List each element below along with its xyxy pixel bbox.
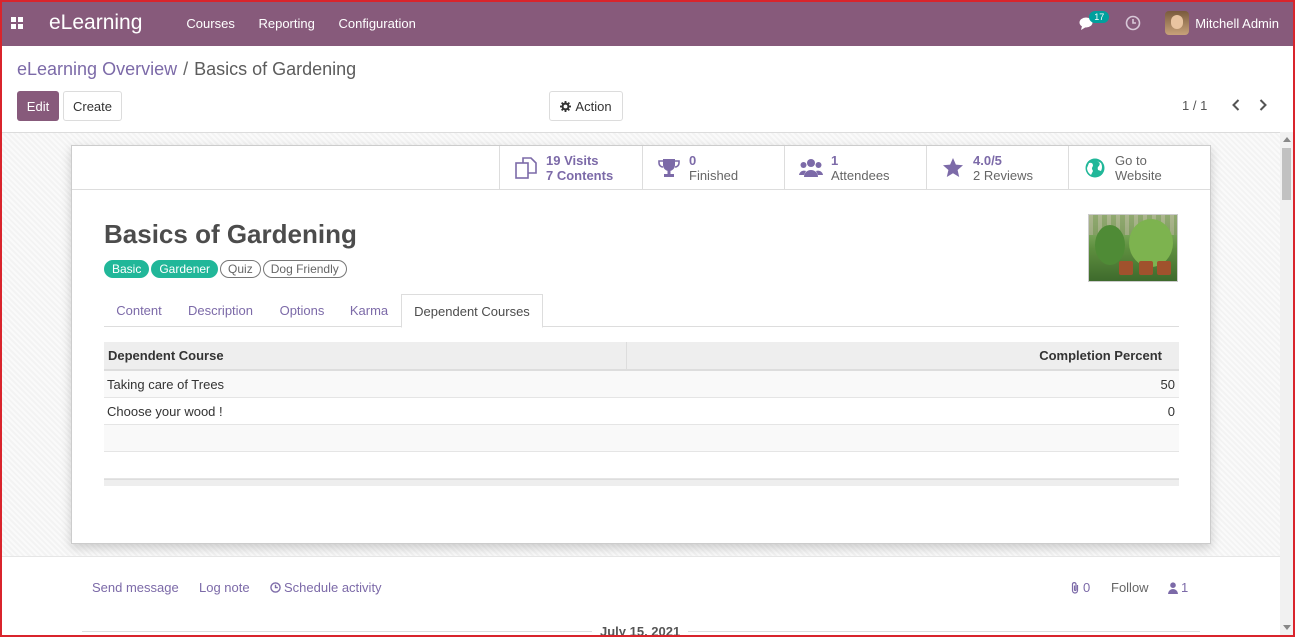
tab-content[interactable]: Content <box>104 294 174 327</box>
breadcrumb-parent[interactable]: eLearning Overview <box>17 59 177 79</box>
scrollbar-thumb[interactable] <box>1282 148 1291 200</box>
pager-next-button[interactable] <box>1256 97 1270 113</box>
course-image[interactable] <box>1088 214 1178 282</box>
table-footer <box>104 479 1179 486</box>
tab-karma[interactable]: Karma <box>337 294 401 327</box>
send-message-button[interactable]: Send message <box>92 580 179 595</box>
date-separator-label: July 15, 2021 <box>592 624 689 637</box>
tag-basic: Basic <box>104 260 150 278</box>
follow-button[interactable]: Follow <box>1111 580 1149 595</box>
form-sheet: 19 Visits 7 Contents 0 Finished 1 Attendees… <box>71 145 1211 544</box>
course-title[interactable]: Basics of Gardening <box>104 219 357 250</box>
stat-finished-button[interactable]: 0 Finished <box>642 146 784 189</box>
activity-clock-icon[interactable] <box>1125 15 1141 31</box>
schedule-activity-label: Schedule activity <box>284 580 382 595</box>
go-to-website-button[interactable]: Go to Website <box>1068 146 1210 189</box>
scroll-down-arrow[interactable] <box>1283 625 1291 630</box>
user-icon <box>1168 581 1178 594</box>
trophy-icon <box>657 156 681 180</box>
vertical-scrollbar[interactable] <box>1280 132 1293 635</box>
stat-attendees-value: 1 <box>831 152 839 168</box>
stat-reviews-button[interactable]: 4.0/5 2 Reviews <box>926 146 1068 189</box>
stat-reviews-label: 2 Reviews <box>973 167 1033 183</box>
tag-gardener: Gardener <box>151 260 219 278</box>
stat-attendees-button[interactable]: 1 Attendees <box>784 146 926 189</box>
breadcrumb-separator: / <box>183 59 189 79</box>
smart-button-box: 19 Visits 7 Contents 0 Finished 1 Attendees… <box>72 146 1210 190</box>
user-avatar[interactable] <box>1165 11 1190 35</box>
followers-count: 1 <box>1181 580 1189 595</box>
pager-previous-button[interactable] <box>1229 97 1243 113</box>
action-label: Action <box>575 98 612 114</box>
website-label-1: Go to <box>1115 152 1147 168</box>
followers-button[interactable]: 1 <box>1168 580 1188 595</box>
globe-icon <box>1083 156 1107 180</box>
stat-visits-button[interactable]: 19 Visits 7 Contents <box>499 146 642 189</box>
menu-courses[interactable]: Courses <box>186 16 234 31</box>
app-brand[interactable]: eLearning <box>49 11 142 35</box>
users-icon <box>799 156 823 180</box>
apps-menu-icon[interactable] <box>0 0 34 46</box>
scroll-up-arrow[interactable] <box>1283 137 1291 142</box>
menu-configuration[interactable]: Configuration <box>338 16 415 31</box>
header-dependent-course[interactable]: Dependent Course <box>104 342 627 369</box>
table-row[interactable]: Choose your wood ! 0 <box>104 398 1179 425</box>
log-note-button[interactable]: Log note <box>199 580 250 595</box>
paperclip-icon <box>1071 582 1079 594</box>
schedule-activity-button[interactable]: Schedule activity <box>270 580 382 595</box>
breadcrumb-current: Basics of Gardening <box>194 59 357 79</box>
edit-button[interactable]: Edit <box>17 91 59 121</box>
message-count-badge: 17 <box>1089 11 1110 23</box>
top-navbar: eLearning Courses Reporting Configuratio… <box>0 0 1295 46</box>
user-name[interactable]: Mitchell Admin <box>1195 16 1279 31</box>
chevron-right-icon <box>1259 99 1267 111</box>
stat-attendees-label: Attendees <box>831 167 890 183</box>
cell-completion: 50 <box>1160 376 1175 392</box>
action-button[interactable]: Action <box>549 91 623 121</box>
chevron-left-icon <box>1232 99 1240 111</box>
empty-row <box>104 452 1179 479</box>
stat-finished-value: 0 <box>689 152 697 168</box>
notebook-tabs: Content Description Options Karma Depend… <box>104 294 1179 328</box>
menu-reporting[interactable]: Reporting <box>258 16 314 31</box>
create-button[interactable]: Create <box>63 91 122 121</box>
tab-options[interactable]: Options <box>267 294 337 327</box>
table-header: Dependent Course Completion Percent <box>104 342 1179 371</box>
course-tags: Basic Gardener Quiz Dog Friendly <box>104 260 349 278</box>
pager-value[interactable]: 1 / 1 <box>1182 98 1207 113</box>
attachment-count: 0 <box>1083 580 1091 595</box>
website-label-2: Website <box>1115 167 1162 183</box>
header-completion-percent[interactable]: Completion Percent <box>627 342 1179 369</box>
messaging-menu[interactable]: 17 <box>1077 11 1110 33</box>
copy-icon <box>514 156 538 180</box>
tag-dog-friendly: Dog Friendly <box>262 260 347 278</box>
tag-quiz: Quiz <box>220 260 261 278</box>
dependent-courses-table: Dependent Course Completion Percent Taki… <box>104 342 1179 486</box>
star-icon <box>941 156 965 180</box>
clock-icon <box>270 582 281 593</box>
tab-dependent-courses[interactable]: Dependent Courses <box>401 294 543 328</box>
stat-visits-label: 7 Contents <box>546 167 614 183</box>
chatter: Send message Log note Schedule activity … <box>0 556 1280 637</box>
cell-completion: 0 <box>1167 403 1175 419</box>
stat-visits-value: 19 Visits <box>546 152 599 168</box>
main-menu: Courses Reporting Configuration <box>186 16 435 31</box>
empty-row <box>104 425 1179 452</box>
attachments-button[interactable]: 0 <box>1070 580 1090 595</box>
table-row[interactable]: Taking care of Trees 50 <box>104 371 1179 398</box>
breadcrumb: eLearning Overview / Basics of Gardening <box>17 59 356 80</box>
stat-finished-label: Finished <box>689 167 739 183</box>
gear-icon <box>560 100 572 112</box>
cell-course-name: Choose your wood ! <box>107 403 223 419</box>
cell-course-name: Taking care of Trees <box>107 376 225 392</box>
tab-description[interactable]: Description <box>174 294 267 327</box>
stat-rating-value: 4.0/5 <box>973 152 1002 168</box>
